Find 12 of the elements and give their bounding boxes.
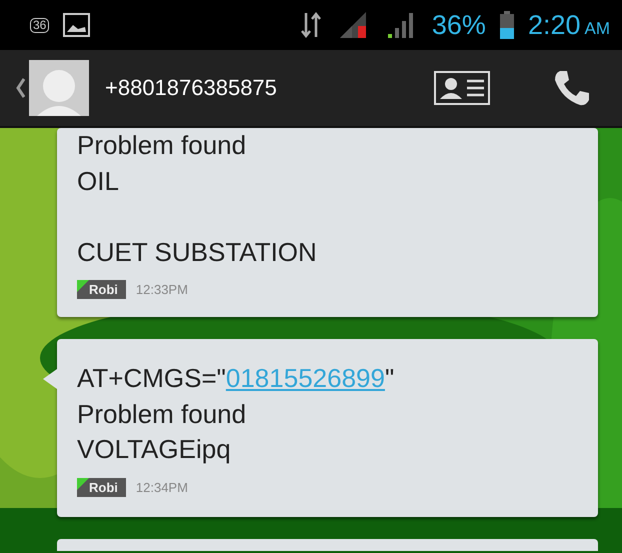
message-text: AT+CMGS="01815526899" Problem found VOLTAGEipq	[77, 362, 396, 466]
sim-label: Robi	[77, 280, 126, 299]
message-bubble[interactable]: AT+CMGS="01815526899" Problem found VOLTAGEipq Robi 12:34PM	[57, 339, 598, 516]
contact-number: +8801876385875	[105, 75, 278, 101]
message-time: 12:33PM	[136, 282, 188, 297]
message-text: Problem found OIL CUET SUBSTATION	[77, 129, 318, 268]
clock: 2:20 AM	[528, 10, 610, 40]
message-bubble[interactable]: Problem found OIL CUET SUBSTATION Robi 12:33PM	[57, 128, 598, 317]
message-time: 12:34PM	[136, 480, 188, 494]
notification-count: 36	[30, 18, 50, 32]
battery-percentage: 36%	[432, 10, 486, 40]
sim-label: Robi	[77, 478, 126, 496]
